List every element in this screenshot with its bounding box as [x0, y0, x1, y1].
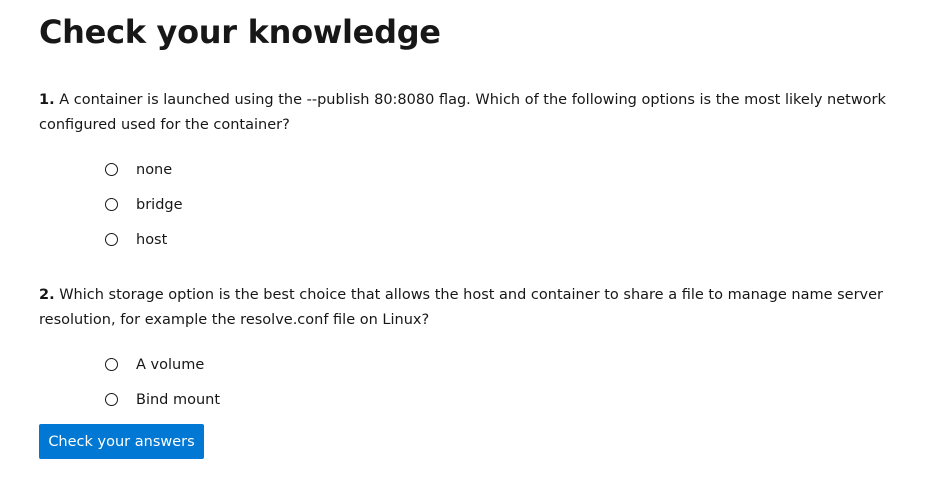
options-list: none bridge host: [39, 152, 919, 257]
option-label: host: [136, 231, 168, 248]
option-bridge[interactable]: bridge: [39, 187, 919, 222]
option-host[interactable]: host: [39, 222, 919, 257]
radio-button-icon[interactable]: [105, 198, 118, 211]
question-number: 2.: [39, 287, 55, 303]
question-prompt: A container is launched using the --publ…: [39, 92, 886, 133]
knowledge-check: Check your knowledge 1. A container is l…: [39, 0, 919, 417]
question-prompt: Which storage option is the best choice …: [39, 287, 884, 328]
check-answers-button[interactable]: Check your answers: [39, 424, 204, 459]
option-bind-mount[interactable]: Bind mount: [39, 382, 919, 417]
question-text: 2. Which storage option is the best choi…: [39, 283, 889, 333]
radio-button-icon[interactable]: [105, 233, 118, 246]
option-label: A volume: [136, 356, 205, 373]
option-none[interactable]: none: [39, 152, 919, 187]
option-a-volume[interactable]: A volume: [39, 347, 919, 382]
question-2: 2. Which storage option is the best choi…: [39, 283, 919, 417]
options-list: A volume Bind mount: [39, 347, 919, 417]
radio-button-icon[interactable]: [105, 163, 118, 176]
option-label: Bind mount: [136, 391, 221, 408]
page-title: Check your knowledge: [39, 13, 441, 51]
option-label: bridge: [136, 196, 183, 213]
option-label: none: [136, 161, 173, 178]
question-text: 1. A container is launched using the --p…: [39, 88, 889, 138]
radio-button-icon[interactable]: [105, 358, 118, 371]
question-number: 1.: [39, 92, 55, 108]
radio-button-icon[interactable]: [105, 393, 118, 406]
question-1: 1. A container is launched using the --p…: [39, 88, 919, 257]
